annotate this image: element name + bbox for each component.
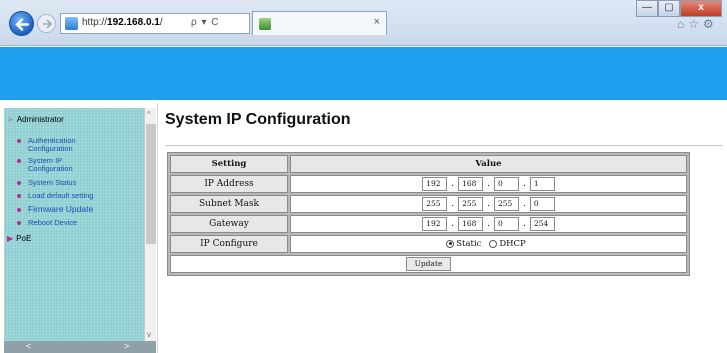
- ip-mode-field: Static DHCP: [290, 235, 687, 253]
- static-radio[interactable]: [446, 239, 455, 248]
- bullet-icon: [17, 221, 21, 226]
- item-label-line2: Configuration: [28, 144, 73, 153]
- section-arrow-icon: ▶: [7, 234, 14, 243]
- table-header-row: Setting Value: [170, 155, 687, 173]
- browser-toolbar: http://192.168.0.1/ ρ ▾ C × — ▢ x ⌂☆⚙: [0, 0, 727, 46]
- address-bar[interactable]: http://192.168.0.1/ ρ ▾ C: [60, 13, 250, 34]
- section-label: PoE: [16, 234, 32, 243]
- gw-octet-4-input[interactable]: 254: [529, 217, 555, 231]
- sidebar-vertical-scrollbar[interactable]: ^ v: [144, 108, 156, 341]
- ip-octet-4-input[interactable]: 1: [529, 177, 555, 191]
- bullet-icon: [17, 159, 21, 164]
- sidebar-item-system-status[interactable]: System Status: [17, 179, 76, 187]
- bullet-icon: [17, 194, 21, 199]
- tab-close-icon[interactable]: ×: [374, 16, 380, 28]
- item-label-line2: Configuration: [28, 164, 73, 173]
- minimize-icon: —: [642, 2, 652, 13]
- sidebar-horizontal-scrollbar[interactable]: < >: [4, 341, 156, 353]
- title-divider: [165, 145, 723, 146]
- gw-octet-2-input[interactable]: 168: [458, 217, 484, 231]
- row-label: Subnet Mask: [170, 195, 288, 213]
- scroll-right-icon[interactable]: >: [124, 341, 129, 351]
- scroll-thumb[interactable]: [146, 124, 156, 244]
- row-label: IP Address: [170, 175, 288, 193]
- gw-octet-3-input[interactable]: 0: [493, 217, 519, 231]
- table-row-ip-configure: IP Configure Static DHCP: [170, 235, 687, 253]
- ip-octet-1-input[interactable]: 192: [422, 177, 448, 191]
- table-row-subnet-mask: Subnet Mask 255. 255. 255. 0: [170, 195, 687, 213]
- header-setting: Setting: [170, 155, 288, 173]
- update-button[interactable]: Update: [405, 257, 452, 271]
- mask-octet-3-input[interactable]: 255: [493, 197, 519, 211]
- forward-button[interactable]: [37, 14, 56, 33]
- header-banner: [0, 47, 727, 100]
- bullet-icon: [17, 181, 21, 186]
- gw-octet-1-input[interactable]: 192: [422, 217, 448, 231]
- ip-address-field: 192. 168. 0. 1: [290, 175, 687, 193]
- search-refresh-icons[interactable]: ρ ▾ C: [191, 17, 220, 28]
- url-text: http://192.168.0.1/: [82, 17, 163, 28]
- scroll-down-icon[interactable]: v: [147, 330, 151, 339]
- item-label: Firmware Update: [28, 204, 94, 214]
- sidebar-item-firmware-update[interactable]: Firmware Update: [17, 205, 93, 213]
- item-label: Load default setting: [28, 191, 94, 200]
- row-label: Gateway: [170, 215, 288, 233]
- bullet-icon: [17, 139, 21, 144]
- scroll-up-icon[interactable]: ^: [147, 110, 151, 119]
- url-suffix: /: [159, 17, 163, 28]
- header-value: Value: [290, 155, 687, 173]
- sidebar-item-reboot[interactable]: Reboot Device: [17, 219, 77, 227]
- home-star-gear-icons[interactable]: ⌂☆⚙: [677, 17, 718, 31]
- tab-favicon-icon: [259, 18, 271, 30]
- close-icon: x: [698, 2, 704, 13]
- sidebar-section-poe[interactable]: ▶ PoE: [7, 234, 31, 243]
- table-row-ip-address: IP Address 192. 168. 0. 1: [170, 175, 687, 193]
- sidebar-item-load-default[interactable]: Load default setting: [17, 192, 93, 200]
- dhcp-label: DHCP: [499, 238, 526, 249]
- section-arrow-icon: ➢: [7, 115, 14, 124]
- gateway-field: 192. 168. 0. 254: [290, 215, 687, 233]
- back-arrow-icon: [15, 18, 30, 31]
- section-label: Administrator: [16, 115, 64, 124]
- url-host: 192.168.0.1: [107, 17, 160, 28]
- sidebar-section-administrator[interactable]: ➢ Administrator: [7, 115, 64, 124]
- bullet-icon: [17, 207, 21, 212]
- close-window-button[interactable]: x: [680, 0, 722, 17]
- url-prefix: http://: [82, 17, 108, 28]
- static-label: Static: [456, 238, 482, 249]
- update-cell: Update: [170, 255, 687, 273]
- maximize-icon: ▢: [664, 2, 674, 13]
- item-label: System Status: [28, 178, 77, 187]
- ip-config-table: Setting Value IP Address 192. 168. 0. 1 Sub…: [167, 152, 690, 276]
- mask-octet-2-input[interactable]: 255: [458, 197, 484, 211]
- row-label: IP Configure: [170, 235, 288, 253]
- minimize-button[interactable]: —: [636, 0, 658, 17]
- sidebar-item-authentication[interactable]: Authentication Configuration: [17, 137, 76, 153]
- forward-arrow-icon: [43, 19, 53, 29]
- item-label: Reboot Device: [28, 218, 78, 227]
- ip-octet-3-input[interactable]: 0: [493, 177, 519, 191]
- sidebar-item-system-ip[interactable]: System IP Configuration: [17, 157, 73, 173]
- back-button[interactable]: [9, 11, 34, 36]
- table-row-gateway: Gateway 192. 168. 0. 254: [170, 215, 687, 233]
- mask-octet-4-input[interactable]: 0: [529, 197, 555, 211]
- browser-tab[interactable]: ×: [252, 11, 387, 35]
- dhcp-radio[interactable]: [489, 239, 498, 248]
- ip-octet-2-input[interactable]: 168: [458, 177, 484, 191]
- page-icon: [65, 17, 78, 30]
- main-content: System IP Configuration Setting Value IP…: [157, 103, 727, 353]
- subnet-mask-field: 255. 255. 255. 0: [290, 195, 687, 213]
- mask-octet-1-input[interactable]: 255: [422, 197, 448, 211]
- sidebar: ➢ Administrator Authentication Configurat…: [4, 108, 156, 353]
- maximize-button[interactable]: ▢: [658, 0, 680, 17]
- scroll-left-icon[interactable]: <: [26, 341, 31, 351]
- page-title: System IP Configuration: [165, 111, 351, 128]
- table-row-update: Update: [170, 255, 687, 273]
